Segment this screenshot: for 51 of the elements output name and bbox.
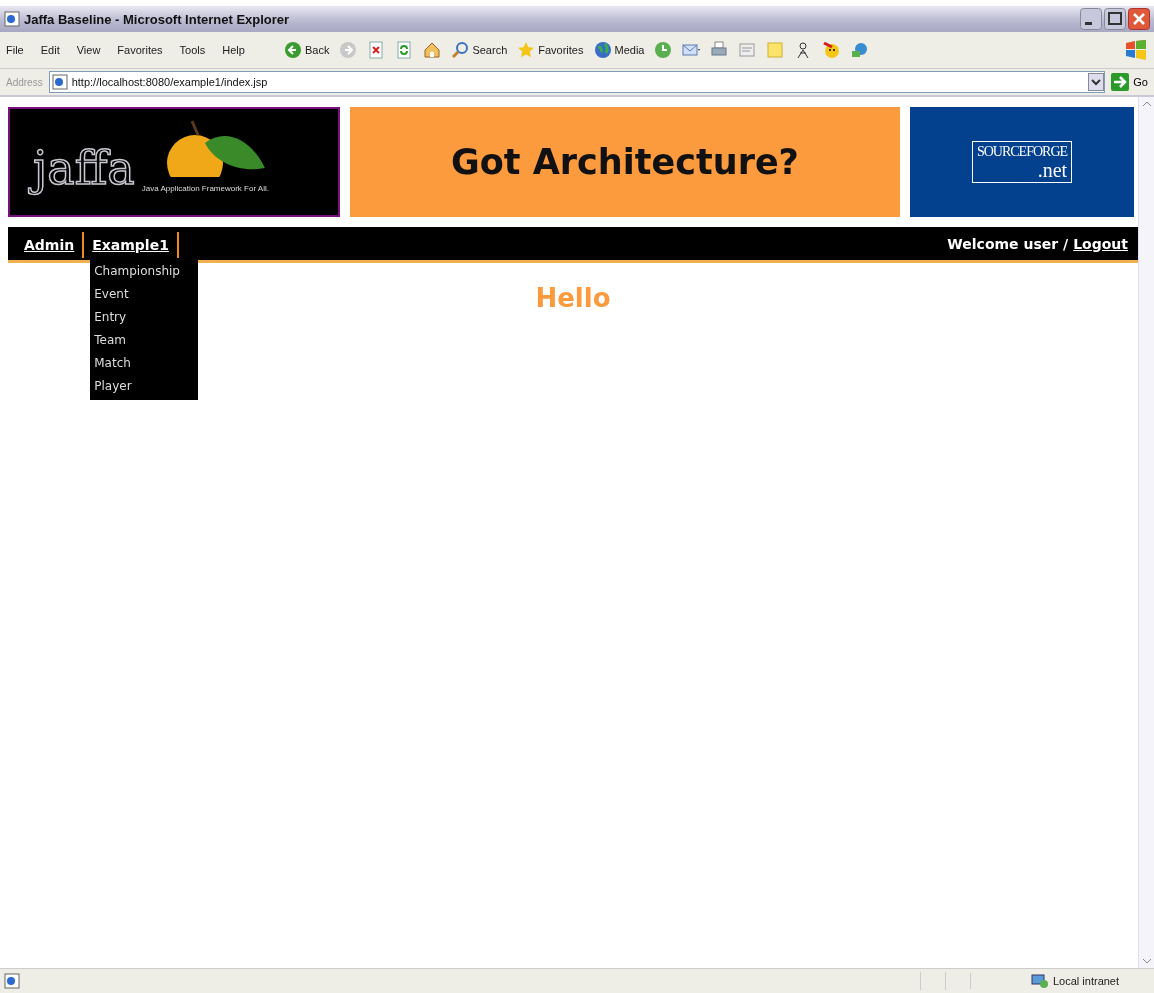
media-button[interactable]: Media — [593, 41, 645, 59]
back-button[interactable]: Back — [283, 41, 330, 59]
menu-item[interactable]: View — [76, 44, 101, 56]
search-icon — [451, 41, 470, 59]
menu-item[interactable]: Player — [90, 375, 199, 398]
window-title: Jaffa Baseline - Microsoft Internet Explorer — [24, 11, 291, 27]
network-icon[interactable] — [850, 41, 869, 59]
mail-icon[interactable] — [682, 41, 701, 59]
intranet-icon — [1031, 973, 1049, 989]
menu-item[interactable]: Tools — [179, 44, 206, 56]
stop-icon[interactable] — [367, 41, 386, 59]
menu-item[interactable]: Team — [90, 329, 199, 352]
menu-item[interactable]: Entry — [90, 306, 199, 329]
page-icon — [4, 973, 20, 989]
maximize-icon[interactable] — [1104, 8, 1126, 30]
minimize-icon[interactable] — [1080, 8, 1102, 30]
go-button[interactable]: Go — [1111, 73, 1148, 91]
menu-item[interactable]: Edit — [40, 44, 60, 56]
address-field[interactable]: http://localhost:8080/example1/index.jsp — [48, 71, 1106, 93]
scrollbar[interactable] — [1138, 97, 1154, 968]
menu-item[interactable]: Championship — [90, 260, 199, 283]
address-label: Address — [6, 76, 43, 88]
banner-heading: Got Architecture? — [350, 107, 900, 217]
windows-flag-icon — [1124, 39, 1148, 61]
menu-item[interactable]: Event — [90, 283, 199, 306]
browser-icon — [4, 11, 20, 27]
search-button[interactable]: Search — [451, 41, 508, 59]
favorites-button[interactable]: Favorites — [517, 41, 584, 59]
globe-icon — [593, 41, 612, 59]
arrow-icon — [1111, 73, 1130, 91]
star-icon — [517, 41, 536, 59]
history-icon[interactable] — [654, 41, 673, 59]
zone-label: Local intranet — [1053, 975, 1120, 987]
smiley-icon[interactable] — [822, 41, 841, 59]
dropdown-icon[interactable] — [1088, 73, 1105, 91]
printer-icon[interactable] — [710, 41, 729, 59]
menu-item[interactable]: File — [6, 44, 24, 56]
close-icon[interactable] — [1128, 8, 1150, 30]
nav-link[interactable]: Admin — [24, 237, 75, 253]
logout-link[interactable]: Logout — [1073, 235, 1128, 252]
menu-item[interactable]: Match — [90, 352, 199, 375]
page-icon — [51, 74, 68, 90]
logo-tagline: Java Application Framework For All. — [141, 184, 269, 193]
refresh-icon[interactable] — [395, 41, 414, 59]
home-icon[interactable] — [423, 41, 442, 59]
partner-logo: SOURCEFORGE .net — [971, 141, 1073, 183]
nav-link[interactable]: Example1 — [92, 237, 169, 253]
welcome-text: Welcome user / — [947, 235, 1069, 252]
menu-item[interactable]: Help — [222, 44, 245, 56]
menu-item[interactable]: Favorites — [117, 44, 163, 56]
page-heading: Hello — [535, 283, 611, 313]
